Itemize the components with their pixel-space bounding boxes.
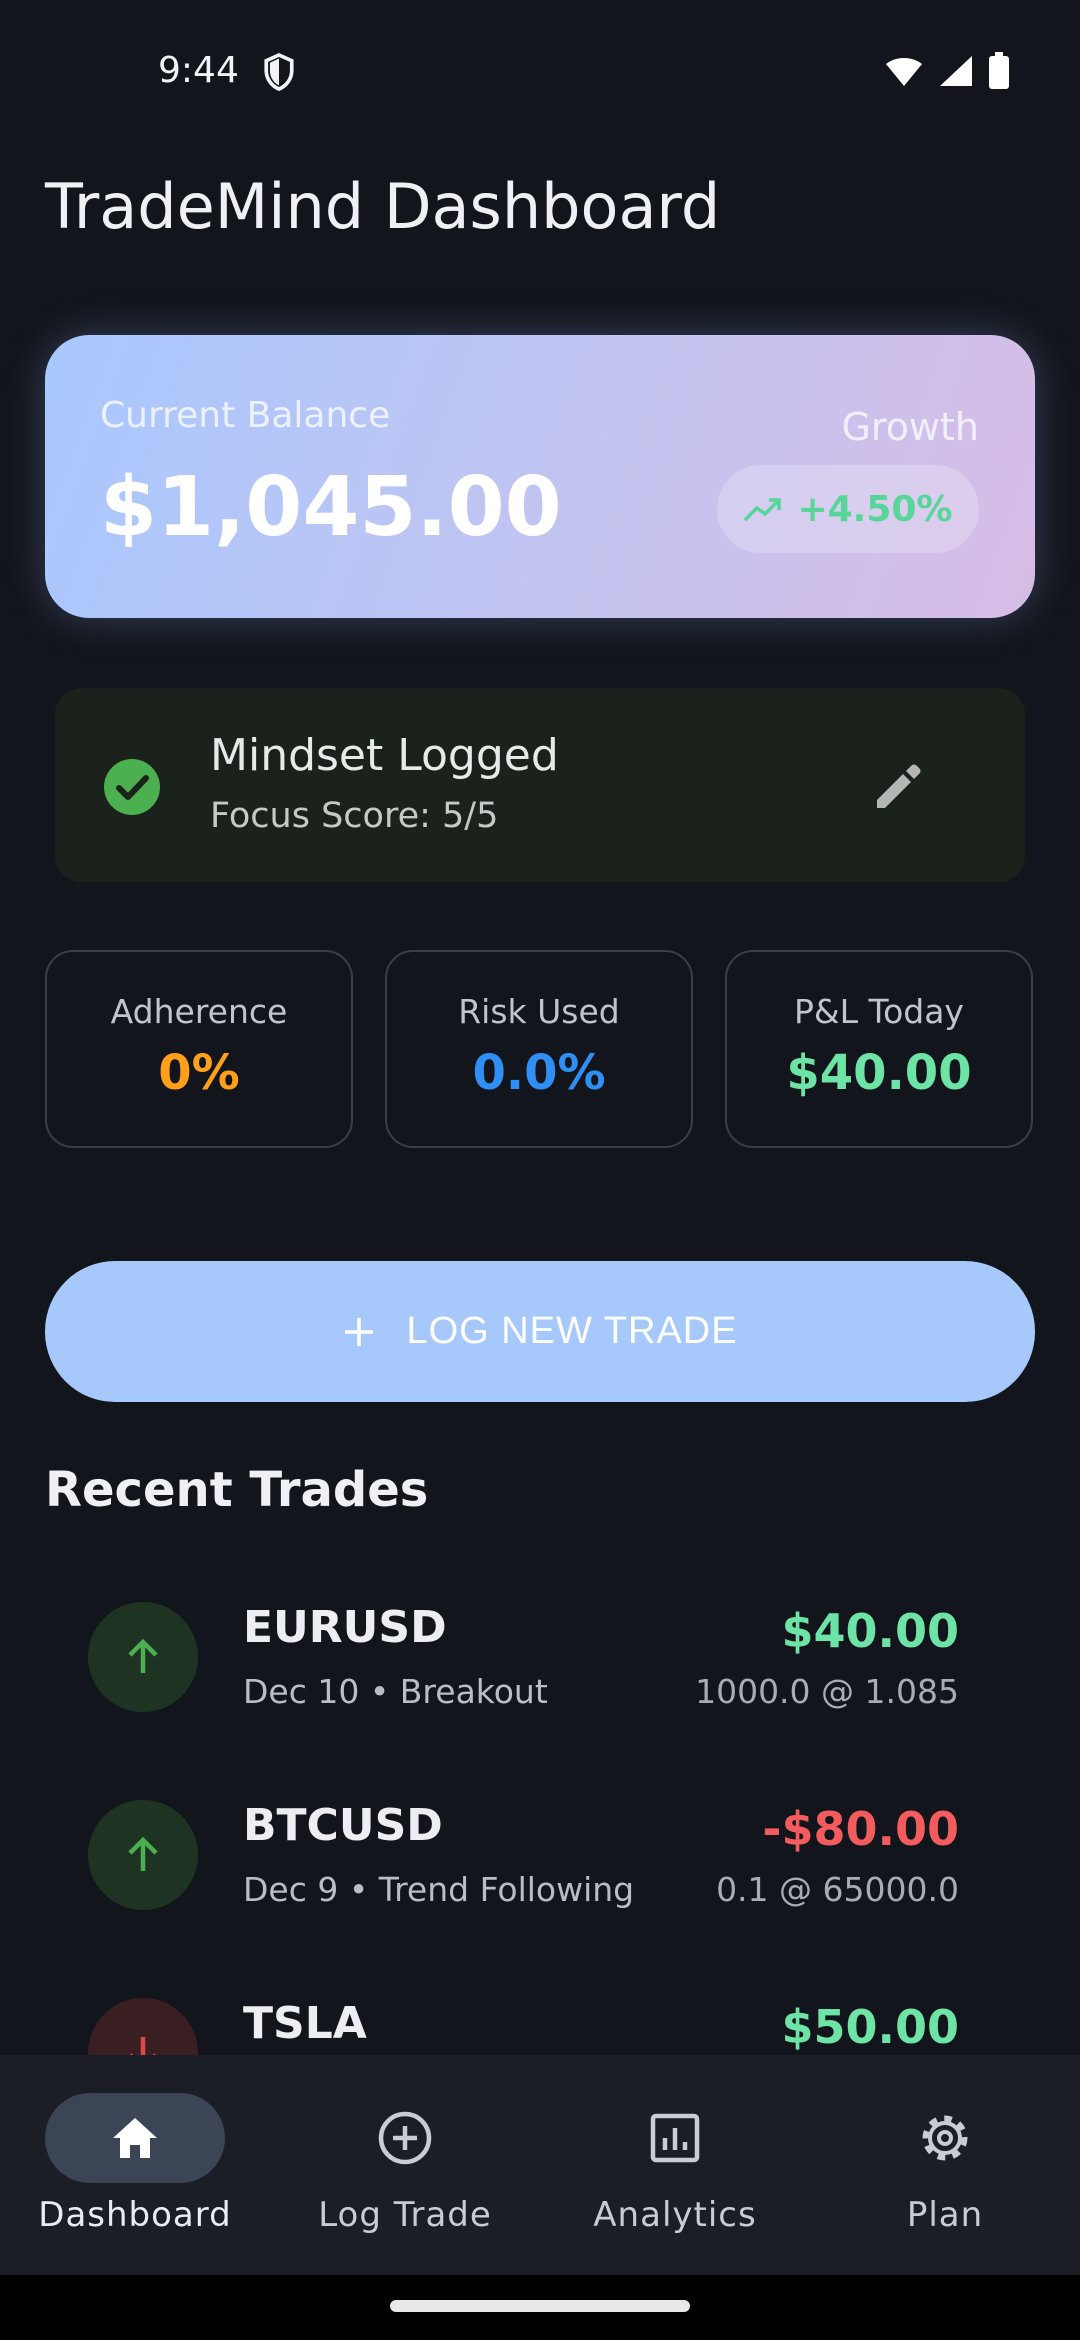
home-gesture-handle[interactable] xyxy=(390,2300,690,2312)
nav-item-plan[interactable]: Plan xyxy=(810,2055,1080,2275)
edit-icon[interactable] xyxy=(871,760,925,814)
growth-label: Growth xyxy=(841,405,979,449)
nav-icon-container xyxy=(315,2093,495,2183)
trade-symbol: TSLA xyxy=(243,1998,367,2049)
nav-item-dashboard[interactable]: Dashboard xyxy=(0,2055,270,2275)
add-circle-icon xyxy=(378,2111,432,2165)
gear-icon xyxy=(922,2115,968,2161)
trade-pnl: $40.00 xyxy=(781,1604,959,1658)
nav-label: Analytics xyxy=(593,2195,757,2235)
trade-pnl: $50.00 xyxy=(781,2000,959,2054)
stat-adherence: Adherence 0% xyxy=(45,950,353,1148)
trade-row[interactable]: EURUSD Dec 10 • Breakout $40.00 1000.0 @… xyxy=(45,1572,1035,1752)
trade-direction-badge xyxy=(88,1602,198,1712)
growth-value: +4.50% xyxy=(797,488,953,530)
stat-value: 0.0% xyxy=(472,1045,606,1101)
nav-item-analytics[interactable]: Analytics xyxy=(540,2055,810,2275)
gesture-bar xyxy=(0,2275,1080,2340)
signal-icon xyxy=(940,56,972,86)
home-icon xyxy=(113,2118,157,2158)
page-title: TradeMind Dashboard xyxy=(45,170,721,243)
arrow-up-icon xyxy=(128,1638,158,1673)
growth-badge: +4.50% xyxy=(717,465,979,553)
trade-size: 0.1 @ 65000.0 xyxy=(716,1870,959,1909)
trade-pnl: -$80.00 xyxy=(762,1802,959,1856)
trade-direction-badge xyxy=(88,1800,198,1910)
bottom-navigation: Dashboard Log Trade Analytics Plan xyxy=(0,2055,1080,2275)
nav-indicator xyxy=(45,2093,225,2183)
balance-value: $1,045.00 xyxy=(100,460,562,555)
trade-symbol: BTCUSD xyxy=(243,1800,443,1851)
trade-symbol: EURUSD xyxy=(243,1602,447,1653)
arrow-up-icon xyxy=(128,1836,158,1871)
mindset-title: Mindset Logged xyxy=(210,730,559,781)
stat-risk-used: Risk Used 0.0% xyxy=(385,950,693,1148)
nav-item-log-trade[interactable]: Log Trade xyxy=(270,2055,540,2275)
log-new-trade-button[interactable]: LOG NEW TRADE xyxy=(45,1261,1035,1402)
nav-label: Plan xyxy=(906,2195,984,2235)
check-circle-icon xyxy=(104,759,160,815)
analytics-icon xyxy=(650,2113,700,2163)
status-bar: 9:44 xyxy=(0,0,1080,140)
nav-icon-container xyxy=(855,2093,1035,2183)
balance-label: Current Balance xyxy=(100,395,391,436)
stat-pnl-today: P&L Today $40.00 xyxy=(725,950,1033,1148)
nav-label: Log Trade xyxy=(318,2195,492,2235)
mindset-card[interactable]: Mindset Logged Focus Score: 5/5 xyxy=(55,688,1025,882)
trade-meta: Dec 10 • Breakout xyxy=(243,1672,548,1711)
trade-meta: Dec 9 • Trend Following xyxy=(243,1870,635,1909)
stat-value: 0% xyxy=(158,1045,240,1101)
system-icons xyxy=(884,52,1010,90)
focus-score: Focus Score: 5/5 xyxy=(210,796,499,836)
nav-label: Dashboard xyxy=(38,2195,232,2235)
section-title-recent-trades: Recent Trades xyxy=(45,1462,429,1518)
stat-label: Adherence xyxy=(110,992,288,1031)
log-new-trade-label: LOG NEW TRADE xyxy=(406,1310,738,1352)
status-time: 9:44 xyxy=(158,50,239,91)
trade-row[interactable]: BTCUSD Dec 9 • Trend Following -$80.00 0… xyxy=(45,1770,1035,1950)
stat-value: $40.00 xyxy=(786,1045,972,1101)
plus-icon xyxy=(345,1317,374,1346)
shield-icon xyxy=(264,52,294,91)
nav-icon-container xyxy=(585,2093,765,2183)
stat-label: P&L Today xyxy=(794,992,964,1031)
trade-size: 1000.0 @ 1.085 xyxy=(695,1672,959,1711)
trending-up-icon xyxy=(744,498,782,522)
balance-card: Current Balance $1,045.00 Growth +4.50% xyxy=(45,335,1035,618)
stat-label: Risk Used xyxy=(458,992,620,1031)
wifi-icon xyxy=(886,58,922,86)
battery-icon xyxy=(989,52,1009,89)
